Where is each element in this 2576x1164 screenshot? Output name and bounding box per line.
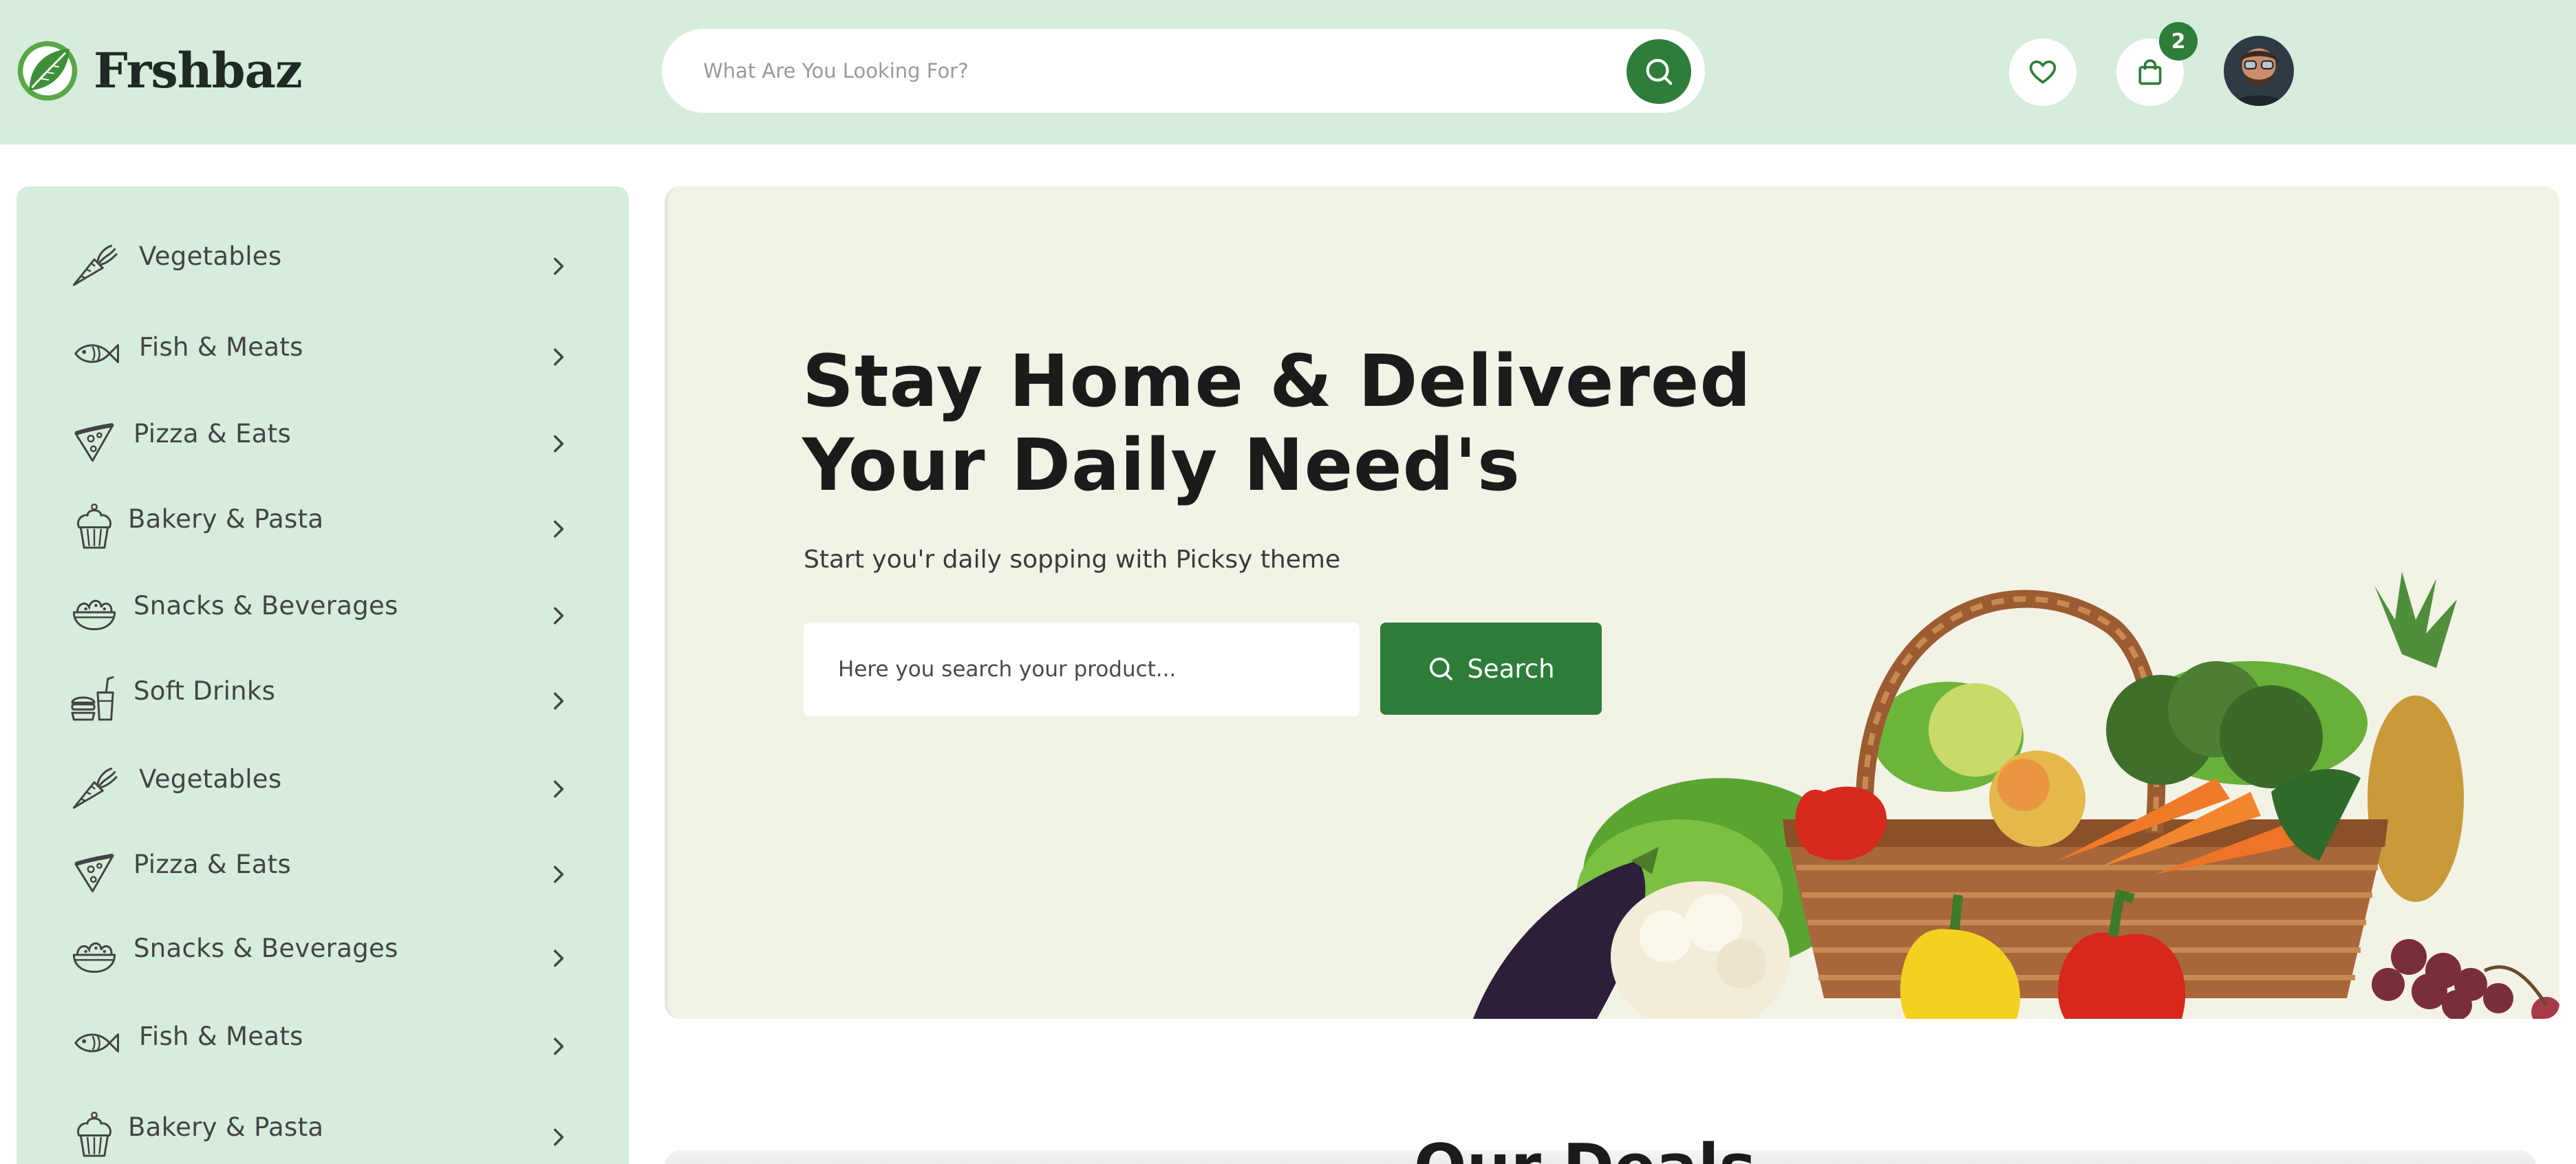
category-label: Fish & Meats (139, 1022, 303, 1051)
hero-title-line-1: Stay Home & Delivered (802, 339, 1752, 423)
category-item-bakery-pasta[interactable]: Bakery & Pasta (17, 1096, 629, 1164)
category-label: Bakery & Pasta (128, 1112, 324, 1142)
fish-icon (74, 344, 120, 363)
fish-icon (74, 1033, 120, 1053)
category-item-snacks-beverages[interactable]: Snacks & Beverages (17, 917, 629, 993)
category-sidebar: Vegetables Fish & Meats Pizza & Eats Bak… (17, 186, 629, 1164)
chevron-right-icon (553, 607, 564, 625)
category-item-fish-meats[interactable]: Fish & Meats (17, 316, 629, 391)
shopping-bag-icon (2138, 59, 2162, 85)
drinks-icon (71, 676, 114, 721)
leaf-logo-icon (17, 41, 78, 100)
category-label: Fish & Meats (139, 332, 303, 362)
cart-count-badge: 2 (2159, 22, 2198, 61)
site-header: Frshbaz 2 (0, 0, 2576, 144)
pizza-icon (74, 853, 114, 893)
cupcake-icon (77, 1111, 111, 1157)
brand-logo[interactable]: Frshbaz (15, 38, 303, 103)
carrot-icon (72, 244, 118, 286)
category-item-snacks-beverages[interactable]: Snacks & Beverages (17, 574, 629, 650)
category-item-pizza-eats[interactable]: Pizza & Eats (17, 402, 629, 478)
chevron-right-icon (553, 1128, 564, 1146)
salad-bowl-icon (72, 942, 116, 973)
salad-bowl-icon (72, 599, 116, 631)
hero-subtitle: Start you'r daily sopping with Picksy th… (804, 546, 1341, 574)
category-label: Snacks & Beverages (133, 934, 398, 963)
header-search-button[interactable] (1627, 39, 1691, 104)
search-icon (1646, 58, 1673, 85)
chevron-right-icon (553, 1037, 564, 1055)
category-label: Vegetables (139, 764, 282, 794)
category-label: Vegetables (139, 241, 282, 271)
heart-icon (2029, 60, 2057, 84)
category-label: Soft Drinks (133, 676, 276, 706)
header-search-bar (662, 29, 1705, 113)
chevron-right-icon (553, 865, 564, 883)
vegetable-basket-image (1473, 572, 2559, 1019)
user-avatar[interactable] (2224, 36, 2294, 106)
hero-banner: Stay Home & Delivered Your Daily Need's … (665, 186, 2559, 1019)
category-label: Pizza & Eats (133, 419, 292, 449)
hero-title: Stay Home & Delivered Your Daily Need's (802, 339, 1752, 507)
header-search-input[interactable] (703, 50, 1563, 92)
chevron-right-icon (553, 692, 564, 710)
category-label: Bakery & Pasta (128, 504, 324, 534)
category-item-fish-meats[interactable]: Fish & Meats (17, 1005, 629, 1081)
wishlist-button[interactable] (2009, 39, 2076, 106)
chevron-right-icon (553, 780, 564, 798)
chevron-right-icon (553, 348, 564, 366)
category-label: Snacks & Beverages (133, 591, 398, 621)
category-item-vegetables[interactable]: Vegetables (17, 748, 629, 823)
category-item-soft-drinks[interactable]: Soft Drinks (17, 660, 629, 735)
chevron-right-icon (553, 257, 564, 275)
chevron-right-icon (553, 435, 564, 453)
chevron-right-icon (553, 520, 564, 538)
hero-title-line-2: Your Daily Need's (802, 423, 1521, 507)
brand-name: Frshbaz (94, 42, 303, 99)
pizza-icon (74, 422, 114, 462)
chevron-right-icon (553, 949, 564, 967)
category-label: Pizza & Eats (133, 850, 292, 879)
category-item-pizza-eats[interactable]: Pizza & Eats (17, 833, 629, 909)
deals-section-heading: Our Deals (1414, 1136, 1756, 1164)
cupcake-icon (77, 503, 111, 549)
category-item-vegetables[interactable]: Vegetables (17, 225, 629, 301)
category-item-bakery-pasta[interactable]: Bakery & Pasta (17, 488, 629, 563)
hero-search-input[interactable] (804, 623, 1360, 716)
carrot-icon (72, 767, 118, 809)
avatar-image (2224, 36, 2294, 106)
